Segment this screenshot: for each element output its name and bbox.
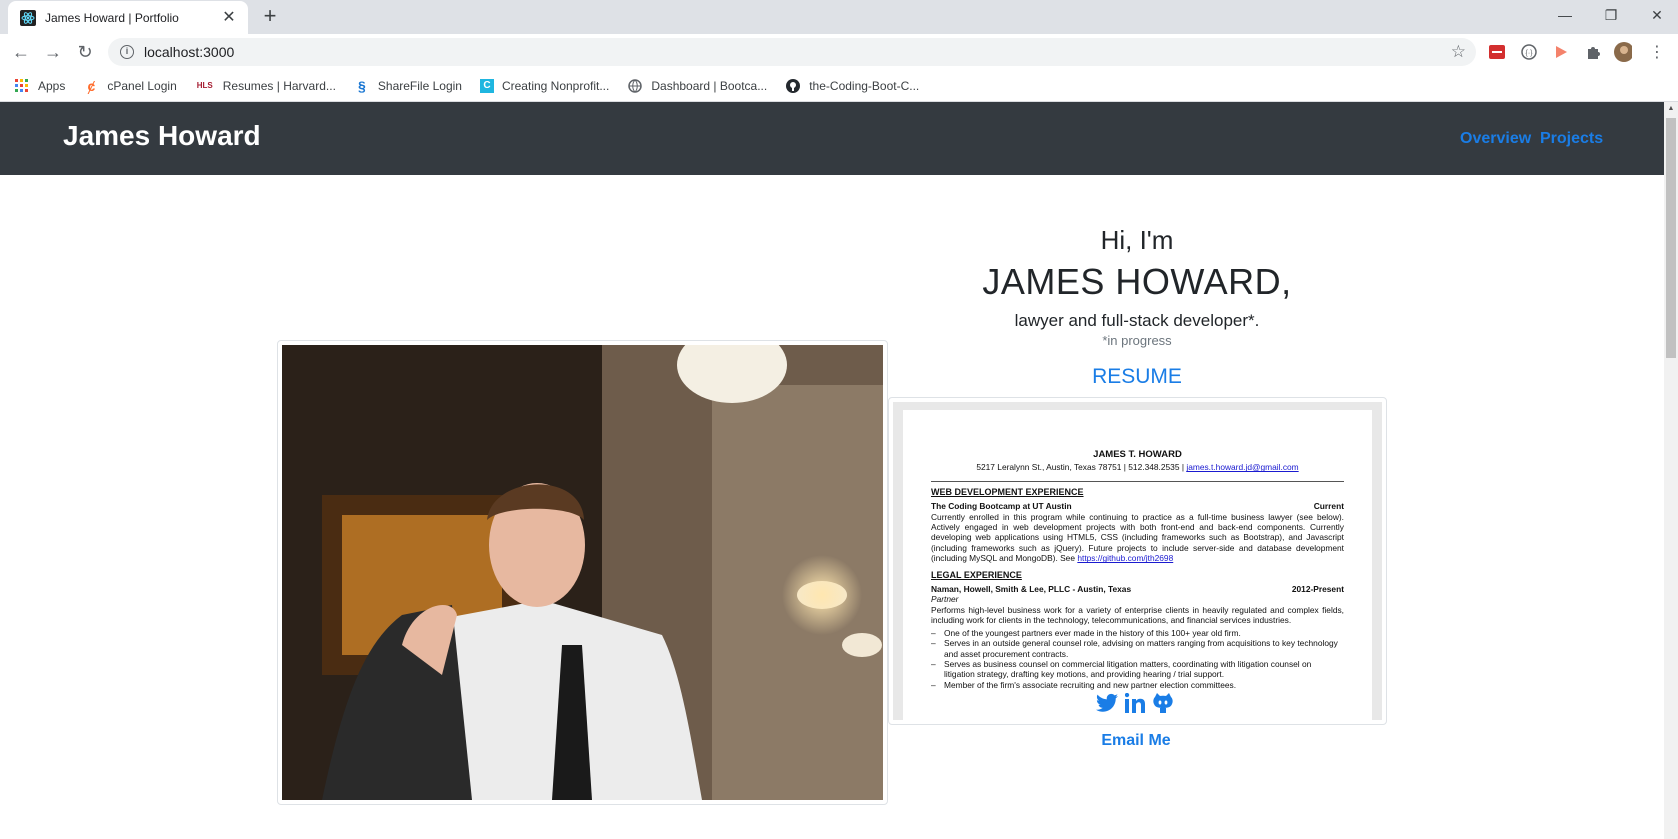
profile-photo [282,345,883,800]
bookmarks-bar: Apps ȼ cPanel Login HLS Resumes | Harvar… [0,70,1678,102]
scroll-up-icon[interactable]: ▲ [1664,102,1678,116]
reload-icon[interactable]: ↻ [74,41,96,63]
email-me-link[interactable]: Email Me [1036,732,1236,750]
browser-toolbar: ← → ↻ i localhost:3000 ☆ {·} ⋮ [0,34,1678,70]
bookmark-cpanel[interactable]: ȼ cPanel Login [83,78,176,94]
browser-menu-icon[interactable]: ⋮ [1648,43,1666,61]
bookmark-dashboard[interactable]: Dashboard | Bootca... [627,78,767,94]
sharefile-icon: § [358,77,366,94]
resume-legal-row: Naman, Howell, Smith & Lee, PLLC - Austi… [931,584,1344,594]
resume-bullet-text: Member of the firm's associate recruitin… [944,679,1237,690]
twitter-icon[interactable] [1096,692,1118,714]
resume-bullet: – One of the youngest partners ever made … [931,627,1241,638]
profile-avatar[interactable] [1614,42,1632,62]
bookmark-label: Creating Nonprofit... [501,78,610,93]
bookmark-label: Apps [38,78,66,93]
resume-section-legal: LEGAL EXPERIENCE [931,569,1022,580]
restore-icon[interactable]: ❐ [1588,0,1634,30]
resume-email-link[interactable]: james.t.howard.jd@gmail.com [1186,462,1298,472]
site-brand[interactable]: James Howard [63,120,261,152]
resume-name: JAMES T. HOWARD [1093,449,1182,460]
resume-legal-date: 2012-Present [1291,584,1344,595]
nonprofit-icon: C [479,78,494,93]
bookmark-coding-boot[interactable]: the-Coding-Boot-C... [785,78,919,94]
resume-web-date: Current [1313,501,1344,512]
extension-red-icon[interactable] [1488,43,1506,61]
bookmark-resumes-harvard[interactable]: HLS Resumes | Harvard... [195,78,336,94]
page-scrollbar[interactable]: ▲ [1664,102,1678,839]
hero-section: Hi, I'm JAMES HOWARD, lawyer and full-st… [0,175,1664,839]
site-navbar: James Howard Overview Projects [0,102,1664,175]
hero-role: lawyer and full-stack developer*. [1014,311,1260,330]
resume-preview[interactable]: JAMES T. HOWARD 5217 Leralynn St., Austi… [888,397,1387,725]
resume-legal-title: Partner [931,594,959,605]
tab-close-icon[interactable]: ✕ [220,9,238,27]
nav-overview-link[interactable]: Overview [1460,130,1531,148]
scroll-thumb[interactable] [1666,118,1676,358]
resume-contact-text: 5217 Leralynn St., Austin, Texas 78751 |… [976,462,1185,473]
resume-document: JAMES T. HOWARD 5217 Leralynn St., Austi… [893,402,1382,720]
browser-tab[interactable]: James Howard | Portfolio ✕ [8,1,248,34]
hls-icon: HLS [196,81,213,90]
url-text[interactable]: localhost:3000 [144,44,1451,60]
svg-text:{·}: {·} [1525,50,1533,57]
greeting-text: Hi, I'm [1100,225,1174,255]
resume-bullet-text: Serves in an outside general counsel rol… [944,638,1338,659]
resume-divider [931,480,1344,482]
react-favicon-icon [20,9,36,26]
profile-photo-frame [277,340,888,805]
resume-bullet-text: One of the youngest partners ever made i… [944,627,1241,638]
resume-page: JAMES T. HOWARD 5217 Leralynn St., Austi… [903,410,1372,720]
github-icon[interactable] [1152,692,1174,714]
window-close-icon[interactable]: ✕ [1634,0,1678,30]
tab-title: James Howard | Portfolio [45,10,179,25]
extensions-puzzle-icon[interactable] [1584,43,1602,61]
nav-projects-link[interactable]: Projects [1540,130,1603,148]
linkedin-icon[interactable] [1124,692,1146,714]
hero-note: *in progress [1102,333,1172,348]
back-icon[interactable]: ← [10,41,32,63]
resume-bullet: – Serves in an outside general counsel ro… [931,638,1344,659]
bookmark-apps[interactable]: Apps [14,78,65,94]
bookmark-sharefile[interactable]: § ShareFile Login [354,78,462,94]
tab-strip: James Howard | Portfolio ✕ + — ❐ ✕ [0,0,1678,34]
minimize-icon[interactable]: — [1542,0,1588,30]
resume-bullet: – Member of the firm's associate recruiti… [931,679,1237,690]
resume-contact: 5217 Leralynn St., Austin, Texas 78751 |… [931,462,1344,472]
bookmark-label: the-Coding-Boot-C... [809,78,920,93]
bookmark-label: cPanel Login [107,78,177,93]
resume-legal-org: Naman, Howell, Smith & Lee, PLLC - Austi… [931,584,1132,595]
address-bar[interactable]: i localhost:3000 ☆ [108,38,1476,66]
forward-icon[interactable]: → [42,41,64,63]
extension-play-icon[interactable] [1552,43,1570,61]
resume-web-row: The Coding Bootcamp at UT Austin Current [931,501,1344,511]
bookmark-nonprofit[interactable]: C Creating Nonprofit... [479,78,610,93]
bookmark-label: ShareFile Login [377,78,462,93]
bookmark-star-icon[interactable]: ☆ [1451,42,1466,62]
resume-bullet-text: Serves as business counsel on commercial… [944,658,1312,680]
page-viewport: James Howard Overview Projects Hi, I'm J… [0,102,1678,839]
bookmark-label: Dashboard | Bootca... [651,78,768,93]
new-tab-button[interactable]: + [258,5,282,29]
resume-web-org: The Coding Bootcamp at UT Austin [931,501,1072,512]
site-info-icon[interactable]: i [120,45,134,59]
resume-github-link[interactable]: https://github.com/jth2698 [1077,553,1173,563]
globe-icon [627,78,643,94]
extension-code-icon[interactable]: {·} [1520,43,1538,61]
resume-link[interactable]: RESUME [900,365,1374,389]
social-links [1096,692,1174,714]
bookmark-label: Resumes | Harvard... [222,78,336,93]
resume-bullet: – Serves as business counsel on commercia… [931,659,1344,680]
resume-web-desc: Currently enrolled in this program while… [931,512,1344,564]
resume-section-web: WEB DEVELOPMENT EXPERIENCE [931,486,1084,497]
apps-grid-icon [14,78,30,94]
hero-name: JAMES HOWARD, [982,261,1292,302]
resume-legal-desc: Performs high-level business work for a … [931,604,1344,626]
cpanel-icon: ȼ [87,77,96,94]
github-bookmark-icon [785,78,801,94]
